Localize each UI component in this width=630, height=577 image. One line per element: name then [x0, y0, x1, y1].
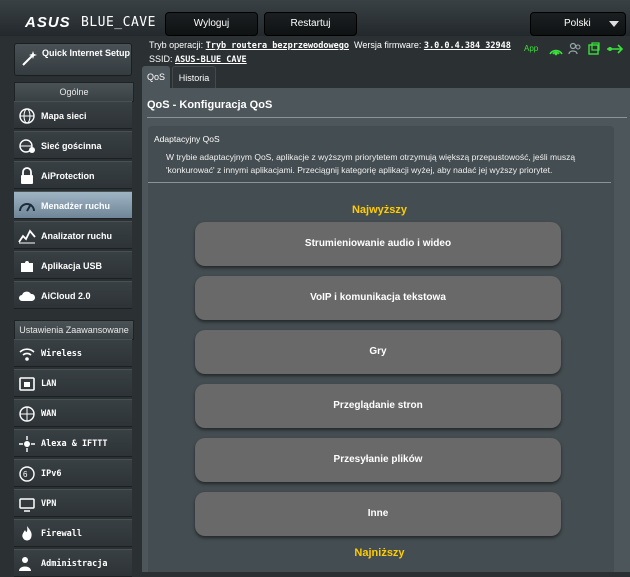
- app-link[interactable]: App: [524, 44, 538, 53]
- sidebar-item-label: Firewall: [41, 529, 82, 539]
- lock-icon: [21, 167, 33, 184]
- sidebar-item-vpn[interactable]: VPN: [14, 489, 132, 517]
- panel-title: Adaptacyjny QoS: [154, 134, 220, 144]
- restart-button[interactable]: Restartuj: [264, 12, 357, 36]
- sidebar-item-label: AiProtection: [41, 171, 95, 181]
- sidebar-item-label: LAN: [41, 379, 57, 389]
- category-browsing[interactable]: Przeglądanie stron: [195, 384, 561, 428]
- sidebar-item-aicloud[interactable]: AiCloud 2.0: [14, 281, 132, 309]
- title-divider: [147, 117, 627, 118]
- quick-internet-setup-button[interactable]: Quick Internet Setup: [14, 43, 132, 76]
- category-others[interactable]: Inne: [195, 492, 561, 536]
- general-section-header: Ogólne: [14, 82, 134, 102]
- sidebar-item-label: VPN: [41, 499, 57, 509]
- sidebar-item-label: Sieć gościnna: [41, 141, 102, 151]
- sidebar-item-traffic-manager[interactable]: Menadżer ruchu: [14, 191, 132, 219]
- ipv6-icon: 6: [19, 466, 35, 482]
- clients-icon[interactable]: [568, 42, 582, 56]
- guest-globe-icon: [19, 139, 35, 153]
- sidebar-item-traffic-analyzer[interactable]: Analizator ruchu: [14, 221, 132, 249]
- wand-icon: [22, 51, 37, 66]
- internet-status-icon[interactable]: [548, 42, 564, 56]
- wps-icon[interactable]: [587, 42, 601, 56]
- sidebar-item-label: Administracja: [41, 559, 108, 569]
- wan-globe-icon: [19, 406, 35, 422]
- mode-link[interactable]: Tryb routera bezprzewodowego: [206, 41, 349, 51]
- ssid-label: SSID:: [149, 54, 173, 64]
- gauge-icon: [19, 203, 35, 212]
- sidebar-item-lan[interactable]: LAN: [14, 369, 132, 397]
- logout-button[interactable]: Wyloguj: [165, 12, 258, 36]
- sidebar-item-label: Alexa & IFTTT: [41, 439, 108, 449]
- wifi-icon: [19, 348, 35, 361]
- status-bar: Tryb operacji: Tryb routera bezprzewodow…: [149, 39, 511, 67]
- sidebar-item-label: Wireless: [41, 349, 82, 359]
- firmware-link[interactable]: 3.0.0.4.384_32948: [424, 41, 511, 51]
- category-streaming[interactable]: Strumieniowanie audio i wideo: [195, 222, 561, 266]
- sidebar-item-label: WAN: [41, 409, 57, 419]
- tab-qos[interactable]: QoS: [142, 66, 170, 88]
- language-select[interactable]: Polski: [530, 12, 626, 36]
- sidebar-item-network-map[interactable]: Mapa sieci: [14, 101, 132, 129]
- sidebar-item-wireless[interactable]: Wireless: [14, 339, 132, 367]
- usb-icon[interactable]: [606, 42, 624, 56]
- globe-icon: [19, 108, 35, 124]
- lan-port-icon: [19, 377, 35, 391]
- sidebar-item-aiprotection[interactable]: AiProtection: [14, 161, 132, 189]
- mode-label: Tryb operacji:: [149, 40, 204, 50]
- category-file-transfer[interactable]: Przesyłanie plików: [195, 438, 561, 482]
- chevron-down-icon: [609, 21, 619, 27]
- sidebar-item-ipv6[interactable]: 6 IPv6: [14, 459, 132, 487]
- sidebar-item-alexa-ifttt[interactable]: Alexa & IFTTT: [14, 429, 132, 457]
- puzzle-icon: [21, 261, 33, 272]
- category-games[interactable]: Gry: [195, 330, 561, 374]
- sidebar-item-usb-app[interactable]: Aplikacja USB: [14, 251, 132, 279]
- ssid-link[interactable]: ASUS-BLUE_CAVE: [175, 55, 247, 65]
- model-name: BLUE_CAVE: [81, 15, 156, 30]
- sidebar-item-guest-network[interactable]: Sieć gościnna: [14, 131, 132, 159]
- top-header: ASUS BLUE_CAVE Wyloguj Restartuj Polski: [0, 0, 630, 36]
- language-value: Polski: [564, 18, 591, 29]
- advanced-section-header: Ustawienia Zaawansowane: [14, 320, 134, 340]
- panel-divider: [148, 182, 611, 183]
- vpn-icon: [19, 498, 35, 512]
- sidebar-item-wan[interactable]: WAN: [14, 399, 132, 427]
- status-icons: App: [524, 42, 628, 58]
- sidebar-item-label: Menadżer ruchu: [41, 201, 111, 211]
- sidebar-item-firewall[interactable]: Firewall: [14, 519, 132, 547]
- tab-history[interactable]: Historia: [172, 66, 216, 89]
- sidebar-item-label: IPv6: [41, 469, 62, 479]
- cloud-icon: [19, 291, 36, 301]
- panel-description: W trybie adaptacyjnym QoS, aplikacje z w…: [166, 152, 576, 175]
- alexa-icon: [19, 436, 35, 452]
- flame-icon: [22, 526, 32, 541]
- category-voip[interactable]: VoIP i komunikacja tekstowa: [195, 276, 561, 320]
- page-title: QoS - Konfiguracja QoS: [147, 99, 273, 111]
- admin-icon: [19, 557, 31, 571]
- svg-text:6: 6: [23, 470, 28, 479]
- sidebar-item-label: AiCloud 2.0: [41, 291, 91, 301]
- sidebar-item-label: Mapa sieci: [41, 111, 87, 121]
- quick-internet-setup-label: Quick Internet Setup: [42, 48, 131, 58]
- sidebar-item-administration[interactable]: Administracja: [14, 549, 132, 577]
- lowest-priority-label: Najniższy: [354, 547, 405, 559]
- firmware-label: Wersja firmware:: [354, 40, 422, 50]
- highest-priority-label: Najwyższy: [351, 204, 408, 216]
- asus-logo[interactable]: ASUS: [25, 14, 71, 31]
- sidebar-item-label: Analizator ruchu: [41, 231, 113, 241]
- sidebar-item-label: Aplikacja USB: [41, 261, 103, 271]
- chart-icon: [18, 229, 36, 244]
